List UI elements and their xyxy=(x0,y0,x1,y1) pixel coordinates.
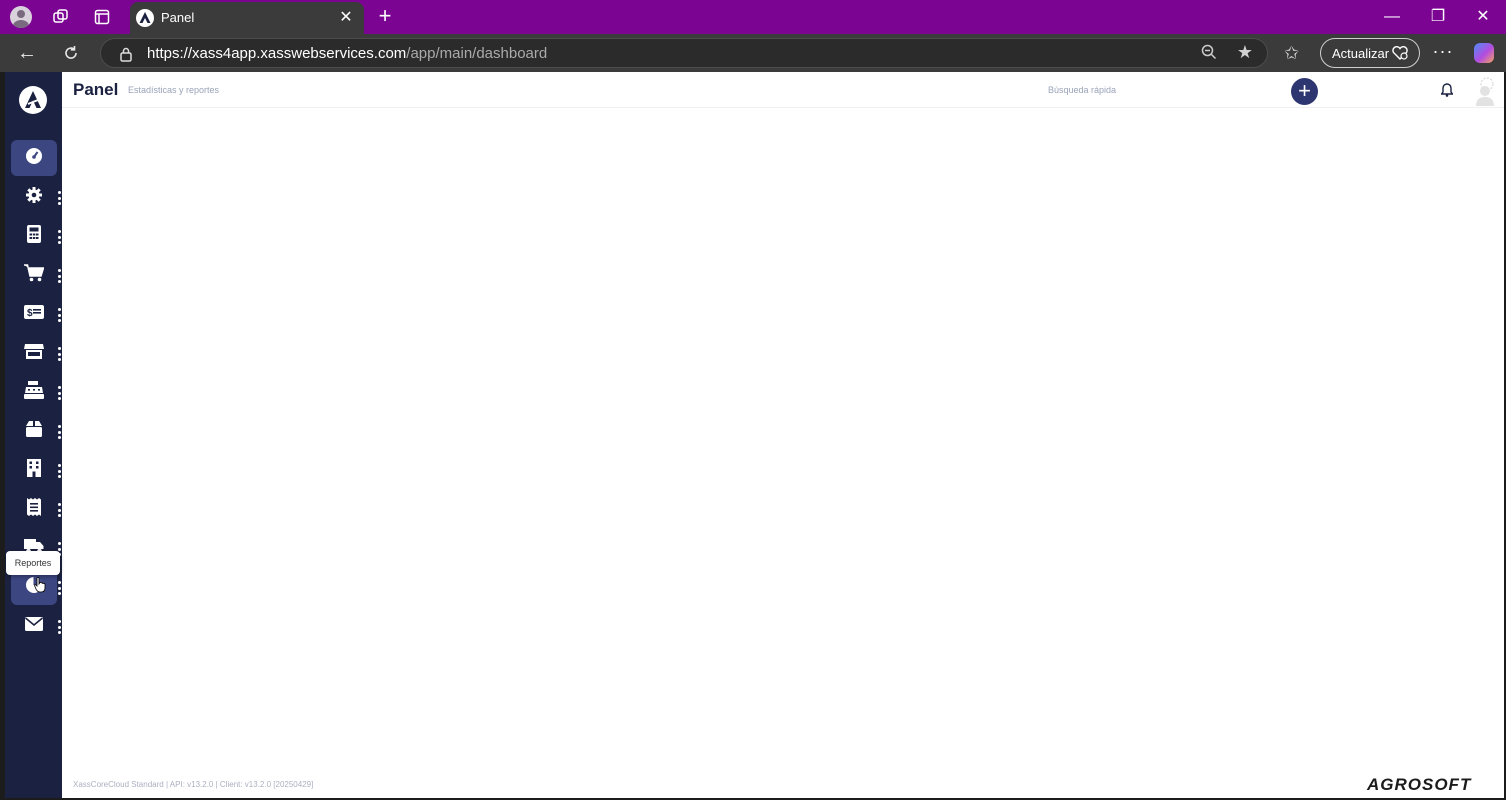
sidebar-item-company[interactable] xyxy=(11,452,57,488)
lock-icon[interactable] xyxy=(119,46,133,67)
new-tab-button[interactable]: + xyxy=(374,4,396,28)
more-menu-button[interactable]: ··· xyxy=(1432,41,1454,62)
page-title: Panel xyxy=(73,80,119,99)
page-header: Panel Estadísticas y reportes Búsqueda r… xyxy=(62,72,1504,108)
back-arrow-icon[interactable]: ← xyxy=(14,41,40,67)
box-icon xyxy=(25,420,43,442)
reload-icon[interactable] xyxy=(58,41,84,67)
sidebar-item-cash-register[interactable] xyxy=(11,374,57,410)
brand-logo: AGROSOFT xyxy=(1367,775,1472,794)
sidebar-item-settings[interactable] xyxy=(11,179,57,215)
receipts-more-icon[interactable] xyxy=(57,503,61,517)
sidebar-item-purchases[interactable] xyxy=(11,257,57,293)
store-more-icon[interactable] xyxy=(57,347,61,361)
sidebar-item-messages[interactable] xyxy=(11,608,57,644)
reports-more-icon[interactable] xyxy=(57,581,61,595)
favorite-star-icon[interactable]: ★ xyxy=(1237,42,1253,63)
billing-more-icon[interactable] xyxy=(57,308,61,322)
url-text: https://xass4app.xasswebservices.com/app… xyxy=(147,45,548,62)
envelope-icon xyxy=(24,616,44,636)
messages-more-icon[interactable] xyxy=(57,620,61,634)
zoom-out-icon[interactable] xyxy=(1201,44,1217,65)
gear-icon xyxy=(25,186,43,209)
browser-toolbar: ← https://xass4app.xasswebservices.com/a… xyxy=(0,34,1506,72)
update-heart-icon xyxy=(1391,45,1409,64)
workspaces-icon[interactable] xyxy=(49,5,73,29)
profile-icon[interactable] xyxy=(9,5,33,29)
agrosoft-logo-icon[interactable] xyxy=(19,86,47,114)
inventory-more-icon[interactable] xyxy=(57,425,61,439)
store-icon xyxy=(24,343,44,364)
avatar[interactable] xyxy=(1465,76,1497,106)
svg-text:$: $ xyxy=(27,308,33,319)
tab-panel[interactable]: Panel ✕ xyxy=(130,2,364,34)
company-more-icon[interactable] xyxy=(57,464,61,478)
tab-title: Panel xyxy=(161,10,195,25)
restore-button[interactable]: ❐ xyxy=(1425,4,1451,30)
sidebar-item-inventory[interactable] xyxy=(11,413,57,449)
update-label: Actualizar xyxy=(1332,46,1390,61)
minimize-button[interactable]: — xyxy=(1379,4,1405,30)
sidebar-item-billing[interactable]: $ xyxy=(11,296,57,332)
tab-actions-icon[interactable] xyxy=(90,5,114,29)
copilot-icon[interactable] xyxy=(1474,43,1494,63)
receipt-icon xyxy=(27,497,41,521)
agrosoft-favicon-icon xyxy=(136,9,154,27)
tab-close-icon[interactable]: ✕ xyxy=(336,7,356,27)
cart-icon xyxy=(24,263,45,287)
app-window: $ Reportes Panel Estadísticas y reportes… xyxy=(5,72,1504,798)
favorites-icon[interactable]: ✩ xyxy=(1284,43,1299,64)
sidebar-item-receipts[interactable] xyxy=(11,491,57,527)
address-bar[interactable]: https://xass4app.xasswebservices.com/app… xyxy=(100,38,1268,68)
sidebar-tooltip: Reportes xyxy=(6,551,60,575)
cash-register-icon xyxy=(24,380,44,404)
sidebar: $ xyxy=(5,72,62,798)
purchases-more-icon[interactable] xyxy=(57,269,61,283)
sidebar-item-dashboard[interactable] xyxy=(11,140,57,176)
hand-cursor-icon xyxy=(34,577,46,598)
quick-search-input[interactable]: Búsqueda rápida xyxy=(1048,85,1116,95)
gauge-icon xyxy=(25,147,43,170)
sidebar-item-store[interactable] xyxy=(11,335,57,371)
browser-tab-strip: Panel ✕ + — ❐ ✕ xyxy=(0,0,1506,34)
settings-more-icon[interactable] xyxy=(57,191,61,205)
close-window-button[interactable]: ✕ xyxy=(1470,4,1496,30)
bell-icon[interactable] xyxy=(1440,83,1454,102)
update-button[interactable]: Actualizar xyxy=(1320,38,1420,68)
money-card-icon: $ xyxy=(24,304,44,324)
building-icon xyxy=(27,458,41,482)
page-subtitle: Estadísticas y reportes xyxy=(128,85,220,95)
calculator-more-icon[interactable] xyxy=(57,230,61,244)
add-button[interactable]: + xyxy=(1291,78,1318,105)
calculator-icon xyxy=(27,224,41,248)
version-info: XassCoreCloud Standard | API: v13.2.0 | … xyxy=(73,780,314,789)
sidebar-item-calculator[interactable] xyxy=(11,218,57,254)
cash-register-more-icon[interactable] xyxy=(57,386,61,400)
